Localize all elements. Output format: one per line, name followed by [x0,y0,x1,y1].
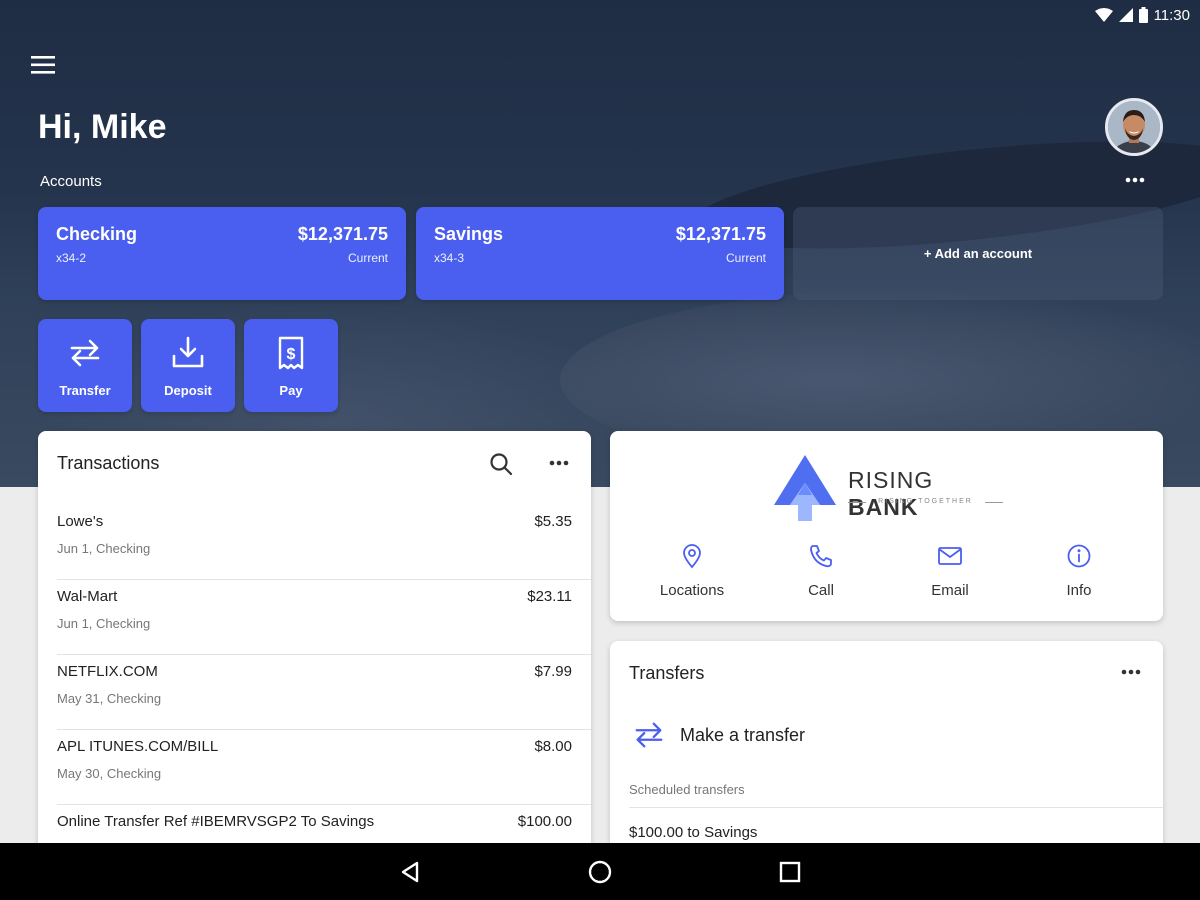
greeting-title: Hi, Mike [38,108,167,146]
account-name: Checking [56,224,138,244]
transaction-row[interactable]: Lowe's Jun 1, Checking $5.35 [38,505,591,580]
transfer-icon [635,722,663,748]
rising-arrow-logo-icon [774,455,836,521]
email-button[interactable]: Email [885,543,1015,599]
pay-icon: $ [278,336,304,370]
info-label: Info [1066,582,1092,599]
bank-name: RISING BANK [848,467,934,520]
add-account-button[interactable]: + Add an account [793,207,1163,300]
transfer-label: Transfer [59,383,111,398]
pay-button[interactable]: $ Pay [244,319,338,412]
more-options-icon[interactable] [1118,664,1144,680]
balance-label: Current [725,251,766,265]
account-card-checking[interactable]: Checking x34-2 $12,371.75 Current [38,207,406,300]
phone-icon [810,545,832,568]
avatar[interactable] [1105,98,1163,156]
transaction-amount: $7.99 [534,663,572,680]
transfers-title: Transfers [629,663,705,683]
account-number: x34-2 [56,251,87,265]
email-icon [938,547,962,565]
transaction-merchant: Wal-Mart [57,588,118,605]
home-icon[interactable] [585,857,615,887]
email-label: Email [931,582,969,599]
call-label: Call [808,582,834,599]
recents-icon[interactable] [775,857,805,887]
user-photo-icon [1108,101,1160,153]
make-transfer-label: Make a transfer [680,724,806,745]
battery-icon [1138,7,1148,23]
transaction-meta: Jun 1, Checking [57,616,151,631]
transaction-amount: $100.00 [517,813,572,830]
transactions-card: Transactions Lowe's Jun 1, Checking $5.3… [38,431,591,871]
deposit-button[interactable]: Deposit [141,319,235,412]
bank-tagline: RISING TOGETHER [848,498,1003,505]
wifi-icon [1094,8,1113,22]
transaction-merchant: Lowe's [57,513,104,530]
account-balance: $12,371.75 [675,224,766,244]
divider [629,807,1163,808]
transaction-meta: Jun 1, Checking [57,541,151,556]
scheduled-transfers-label: Scheduled transfers [629,782,745,797]
transaction-merchant: Online Transfer Ref #IBEMRVSGP2 To Savin… [57,813,375,830]
transaction-meta: May 30, Checking [57,766,162,781]
pay-label: Pay [279,383,303,398]
transaction-row[interactable]: NETFLIX.COM May 31, Checking $7.99 [38,655,591,730]
transaction-amount: $8.00 [534,738,572,755]
transfer-icon [70,339,100,367]
transaction-row[interactable]: APL ITUNES.COM/BILL May 30, Checking $8.… [38,730,591,805]
deposit-label: Deposit [164,383,212,398]
more-options-icon[interactable] [546,455,572,471]
transaction-amount: $5.35 [534,513,572,530]
system-nav-bar [0,843,1200,900]
balance-label: Current [347,251,388,265]
account-number: x34-3 [434,251,465,265]
transaction-amount: $23.11 [527,588,572,605]
transactions-title: Transactions [57,453,160,473]
locations-button[interactable]: Locations [627,543,757,599]
transaction-meta: May 31, Checking [57,691,162,706]
scheduled-transfer-item[interactable]: $100.00 to Savings [629,824,757,841]
transaction-row[interactable]: Wal-Mart Jun 1, Checking $23.11 [38,580,591,655]
make-transfer-button[interactable]: Make a transfer [632,715,805,755]
more-options-icon[interactable] [1122,172,1148,188]
status-bar: 11:30 [1094,4,1190,26]
status-time: 11:30 [1153,6,1190,24]
accounts-label: Accounts [40,173,102,190]
transfers-card: Transfers Make a transfer Scheduled tran… [610,641,1163,871]
svg-text:$: $ [287,346,296,363]
search-icon[interactable] [488,451,514,477]
transaction-merchant: APL ITUNES.COM/BILL [57,738,219,755]
bank-info-card: RISING BANK RISING TOGETHER Locations Ca… [610,431,1163,621]
locations-label: Locations [659,582,725,599]
account-balance: $12,371.75 [297,224,388,244]
account-card-savings[interactable]: Savings x34-3 $12,371.75 Current [416,207,784,300]
bank-logo: RISING BANK RISING TOGETHER [770,453,1010,523]
call-button[interactable]: Call [756,543,886,599]
transfer-button[interactable]: Transfer [38,319,132,412]
info-icon [1067,544,1091,568]
menu-icon[interactable] [28,52,58,78]
deposit-icon [172,336,204,368]
account-name: Savings [434,224,504,244]
cell-signal-icon [1118,8,1133,22]
transaction-merchant: NETFLIX.COM [57,663,158,680]
back-icon[interactable] [395,857,425,887]
location-pin-icon [683,544,701,569]
info-button[interactable]: Info [1014,543,1144,599]
